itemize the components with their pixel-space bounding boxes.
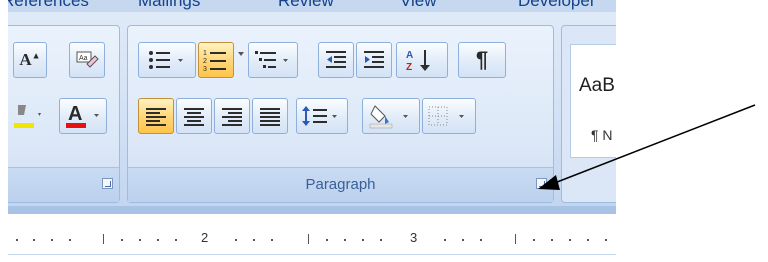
ruler-number-2: 2 — [201, 230, 209, 245]
tab-view[interactable]: View — [400, 0, 437, 11]
bullets-icon — [139, 43, 195, 77]
multilevel-list-button[interactable] — [248, 42, 298, 78]
center-button[interactable] — [176, 98, 212, 134]
increase-indent-button[interactable] — [356, 42, 392, 78]
grow-font-icon: A▲ — [19, 50, 41, 69]
svg-text:Z: Z — [406, 62, 412, 73]
ruler-dot — [480, 239, 482, 241]
line-spacing-icon — [297, 99, 347, 133]
justify-icon — [253, 99, 287, 133]
numbering-dropdown-icon[interactable] — [238, 52, 244, 56]
center-icon — [177, 99, 211, 133]
font-color-button[interactable]: A — [59, 98, 107, 134]
grow-font-button[interactable]: A▲ — [13, 42, 47, 78]
ribbon-tabs: References Mailings Review View Develope… — [8, 0, 616, 12]
line-spacing-button[interactable] — [296, 98, 348, 134]
styles-group: AaB ¶ N — [561, 25, 616, 203]
shading-button[interactable] — [362, 98, 420, 134]
ruler-dot — [344, 239, 346, 241]
ruler-dot — [235, 239, 237, 241]
ruler-dot — [271, 239, 273, 241]
show-formatting-marks-icon: ¶ — [475, 47, 489, 72]
ribbon: References Mailings Review View Develope… — [8, 0, 616, 262]
ruler-dot — [551, 239, 553, 241]
ruler-dot — [587, 239, 589, 241]
decrease-indent-button[interactable] — [318, 42, 354, 78]
ruler-dot — [253, 239, 255, 241]
tab-mailings[interactable]: Mailings — [138, 0, 200, 11]
ruler-dot — [33, 239, 35, 241]
ruler-dot — [444, 239, 446, 241]
borders-button[interactable] — [422, 98, 476, 134]
style-normal-card[interactable]: AaB ¶ N — [570, 44, 616, 158]
highlight-button[interactable] — [9, 98, 49, 134]
ruler-dot — [569, 239, 571, 241]
font-group-footer — [8, 167, 119, 202]
ruler-dot — [362, 239, 364, 241]
svg-text:Aa: Aa — [79, 55, 88, 62]
numbering-icon: 1 2 3 — [199, 43, 233, 77]
ruler-dot — [139, 239, 141, 241]
ribbon-bottom-border — [8, 206, 616, 214]
tab-developer[interactable]: Developer — [518, 0, 596, 11]
ribbon-body: A▲ Aa A 1 2 3 A Z ¶ Paragraph AaB ¶ N — [8, 12, 616, 206]
tab-review[interactable]: Review — [278, 0, 334, 11]
ruler-dot — [605, 239, 607, 241]
svg-text:2: 2 — [203, 58, 207, 65]
horizontal-ruler[interactable]: 2 3 — [8, 214, 616, 262]
ruler-dot — [533, 239, 535, 241]
ruler-dot — [462, 239, 464, 241]
ruler-baseline — [8, 254, 616, 255]
font-color-icon: A — [60, 99, 106, 133]
ruler-dot — [121, 239, 123, 241]
svg-text:3: 3 — [203, 66, 207, 73]
numbering-button[interactable]: 1 2 3 — [198, 42, 234, 78]
sort-button[interactable]: A Z — [396, 42, 448, 78]
align-right-icon — [215, 99, 249, 133]
svg-text:A: A — [68, 103, 82, 125]
bullets-button[interactable] — [138, 42, 196, 78]
paragraph-group-label: Paragraph — [305, 176, 376, 193]
ruler-strip: 2 3 — [8, 218, 616, 252]
highlight-icon — [9, 98, 49, 134]
font-group: A▲ Aa A — [8, 25, 120, 203]
style-caption: ¶ N — [591, 127, 613, 143]
ruler-dot — [175, 239, 177, 241]
style-sample-text: AaB — [579, 75, 615, 96]
ruler-dot — [51, 239, 53, 241]
paragraph-group-footer: Paragraph — [128, 167, 553, 202]
tab-references[interactable]: References — [8, 0, 89, 11]
ruler-dot — [380, 239, 382, 241]
clear-formatting-button[interactable]: Aa — [69, 42, 105, 78]
multilevel-list-icon — [249, 43, 297, 77]
shading-icon — [363, 99, 419, 133]
svg-text:A: A — [406, 50, 413, 61]
align-right-button[interactable] — [214, 98, 250, 134]
ruler-number-3: 3 — [410, 230, 418, 245]
align-left-button[interactable] — [138, 98, 174, 134]
increase-indent-icon — [357, 43, 391, 77]
paragraph-dialog-launcher-icon[interactable] — [536, 178, 547, 189]
sort-icon: A Z — [397, 43, 447, 77]
ruler-dot — [16, 239, 18, 241]
ruler-tick — [308, 234, 309, 244]
font-dialog-launcher-icon[interactable] — [102, 178, 113, 189]
show-formatting-marks-button[interactable]: ¶ — [458, 42, 506, 78]
ruler-dot — [69, 239, 71, 241]
align-left-icon — [139, 99, 173, 133]
paragraph-group: 1 2 3 A Z ¶ Paragraph — [127, 25, 554, 203]
ruler-dot — [326, 239, 328, 241]
decrease-indent-icon — [319, 43, 353, 77]
justify-button[interactable] — [252, 98, 288, 134]
ruler-tick — [515, 234, 516, 244]
borders-icon — [423, 99, 475, 133]
ruler-dot — [157, 239, 159, 241]
clear-formatting-icon: Aa — [70, 43, 104, 77]
svg-text:1: 1 — [203, 50, 207, 57]
ruler-tick — [103, 234, 104, 244]
